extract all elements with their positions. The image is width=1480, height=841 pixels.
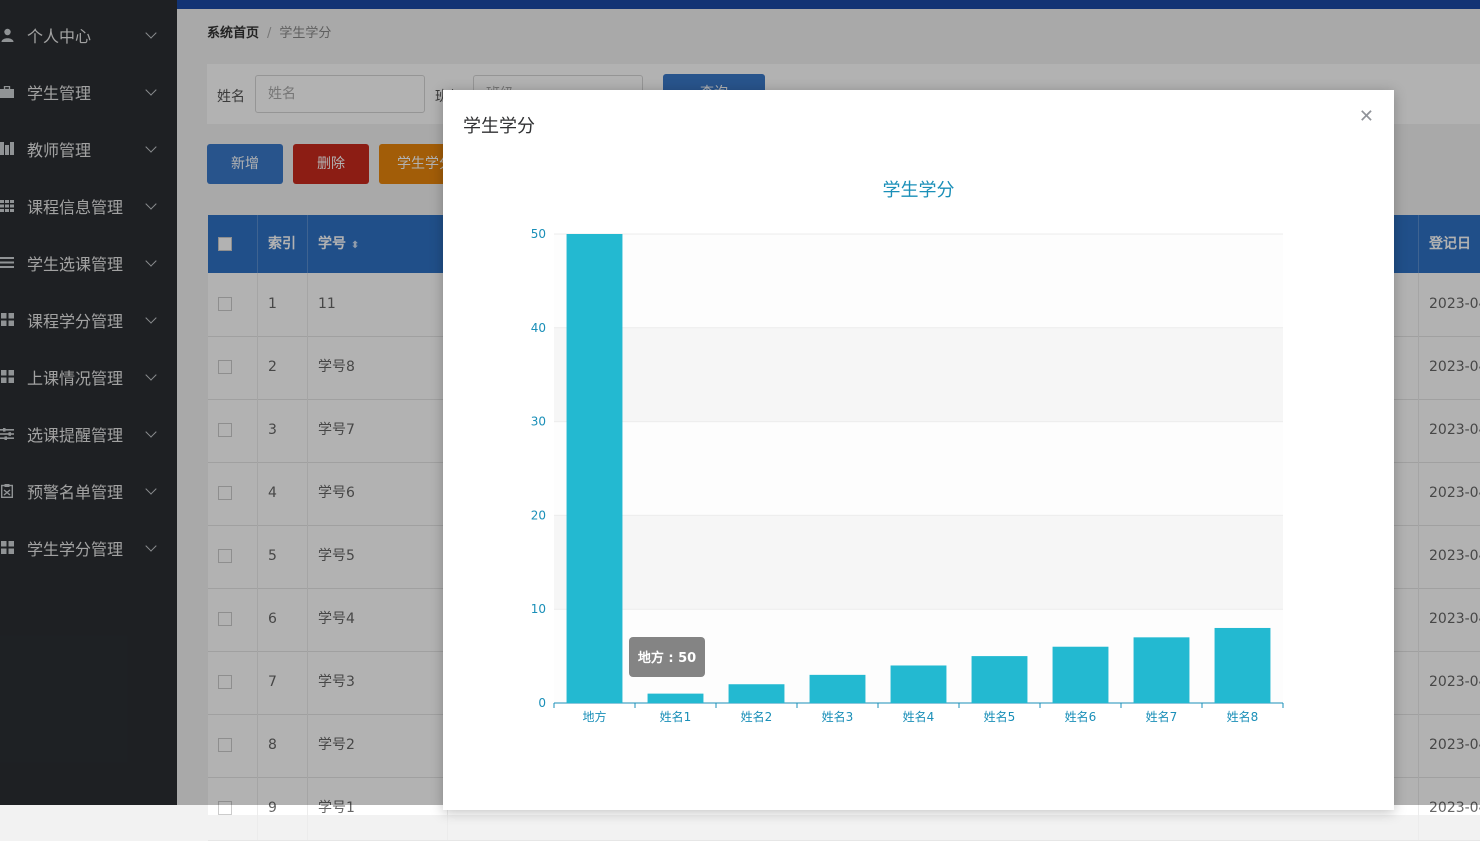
y-tick-label: 10 <box>531 602 546 616</box>
tooltip-text: 地方 : 50 <box>638 650 696 666</box>
bar-姓名2 <box>728 684 785 703</box>
bar-姓名7 <box>1133 637 1190 703</box>
x-tick-label: 姓名7 <box>1146 709 1178 724</box>
x-tick-label: 姓名6 <box>1065 709 1097 724</box>
bar-姓名5 <box>971 656 1028 703</box>
bar-姓名4 <box>890 665 947 703</box>
grid-band <box>554 234 1283 328</box>
y-tick-label: 30 <box>531 415 546 429</box>
bar-chart: 0 10 20 30 40 50 地方 姓名1 姓名2 姓名3 姓名4 姓名5 姓名6 姓名7 姓名8 地方 … <box>531 227 1284 724</box>
x-tick-label: 姓名4 <box>903 709 935 724</box>
bar-姓名1 <box>647 693 704 703</box>
grid-band <box>554 421 1283 516</box>
y-tick-label: 20 <box>531 508 546 522</box>
bar-姓名3 <box>809 674 866 703</box>
grid-band <box>554 327 1283 422</box>
x-tick-label: 地方 <box>582 709 606 724</box>
x-tick-label: 姓名2 <box>741 709 773 724</box>
y-tick-label: 50 <box>531 227 546 241</box>
x-tick-label: 姓名8 <box>1227 709 1259 724</box>
y-tick-label: 0 <box>538 696 546 710</box>
x-tick-label: 姓名5 <box>984 709 1016 724</box>
y-tick-label: 40 <box>531 321 546 335</box>
bar-姓名8 <box>1214 627 1271 703</box>
x-tick-label: 姓名1 <box>660 709 692 724</box>
grid-band <box>554 515 1283 610</box>
chart-modal: 学生学分 ✕ 学生学分 0 10 20 30 40 50 地方 姓名1 姓名2 姓名3 姓名4 姓名5… <box>443 90 1394 810</box>
bar-姓名6 <box>1052 646 1109 703</box>
bar-地方 <box>566 234 623 703</box>
x-tick-label: 姓名3 <box>822 709 854 724</box>
